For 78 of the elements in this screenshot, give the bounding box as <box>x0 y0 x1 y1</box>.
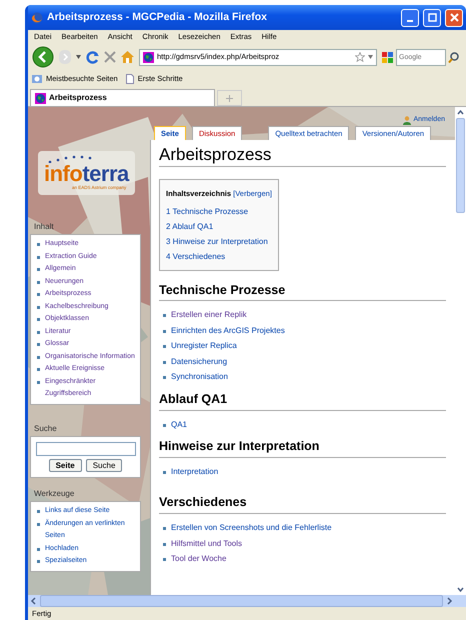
bullet-icon <box>37 343 40 346</box>
bullet-icon <box>163 424 166 427</box>
sidebar-heading: Werkzeuge <box>33 488 76 500</box>
logo-text: terra <box>82 162 129 185</box>
bullet-icon <box>37 330 40 334</box>
bullet-icon <box>37 522 40 526</box>
stop-icon[interactable] <box>104 51 116 63</box>
close-button[interactable] <box>445 8 463 26</box>
minimize-icon <box>407 20 413 22</box>
toc-link[interactable]: 4 Verschiedenes <box>166 248 272 264</box>
minimize-button[interactable] <box>401 8 419 26</box>
search-field[interactable] <box>36 442 136 456</box>
bullet-icon <box>37 510 40 514</box>
close-icon <box>450 13 458 22</box>
bullet-icon <box>163 527 166 530</box>
scrollbar-thumb[interactable] <box>40 595 443 607</box>
browser-tab[interactable]: Arbeitsprozess <box>30 89 215 106</box>
bullet-icon <box>37 280 40 284</box>
toc-link[interactable]: 3 Hinweise zur Interpretation <box>166 234 272 249</box>
bullet-icon <box>163 360 166 364</box>
section-heading: Verschiedenes <box>159 493 446 514</box>
dropdown-icon[interactable] <box>76 55 81 59</box>
window-title: Arbeitsprozess - MGCPedia - Mozilla Firefox <box>47 10 268 25</box>
nav-link[interactable]: Hilfsmittel und Tools <box>171 536 242 552</box>
bullet-icon <box>37 256 40 258</box>
bullet-icon <box>37 380 40 384</box>
sidebar-heading: Inhalt <box>33 221 55 233</box>
nav-link[interactable]: QA1 <box>171 416 188 432</box>
maximize-button[interactable] <box>423 8 441 26</box>
bullet-icon <box>37 243 40 246</box>
nav-link[interactable]: Datensicherung <box>171 354 228 370</box>
bullet-icon <box>37 548 40 551</box>
scrollbar-thumb[interactable] <box>456 118 465 213</box>
bullet-icon <box>163 558 166 562</box>
bullet-icon <box>37 356 40 358</box>
section-heading: Technische Prozesse <box>159 280 446 302</box>
firefox-icon <box>31 12 43 24</box>
bullet-icon <box>37 318 40 321</box>
nav-link[interactable]: Synchronisation <box>171 369 228 385</box>
bullet-icon <box>163 330 166 333</box>
bullet-icon <box>37 268 40 271</box>
search-icon[interactable] <box>448 52 459 62</box>
section-heading: Ablauf QA1 <box>159 390 446 411</box>
page-icon <box>126 74 134 84</box>
reload-icon[interactable] <box>86 50 99 64</box>
nav-link[interactable]: Erstellen einer Replik <box>171 307 247 323</box>
bookmark-folder-icon <box>32 74 42 84</box>
bullet-icon <box>37 293 40 296</box>
back-button[interactable] <box>32 46 54 68</box>
bullet-icon <box>163 314 166 318</box>
logo-text: info <box>44 162 82 185</box>
bullet-icon <box>37 368 40 371</box>
section-heading: Hinweise zur Interpretation <box>159 437 446 458</box>
nav-link[interactable]: Erstellen von Screenshots und die Fehlerliste <box>171 520 332 536</box>
bullet-icon <box>37 560 40 564</box>
page-title: Arbeitsprozess <box>159 142 446 168</box>
dropdown-icon[interactable] <box>368 55 373 59</box>
user-icon <box>403 116 412 124</box>
bullet-icon <box>37 306 40 308</box>
toc-link[interactable]: 2 Ablauf QA1 <box>166 218 272 234</box>
nav-link[interactable]: Unregister Replica <box>171 338 237 354</box>
globe-icon <box>35 92 46 104</box>
nav-link[interactable]: Interpretation <box>171 464 218 480</box>
sidebar-heading: Suche <box>33 422 58 434</box>
bullet-icon <box>163 470 166 474</box>
maximize-icon <box>428 13 436 22</box>
search-button[interactable]: Suche <box>86 458 122 472</box>
search-engine-icon[interactable] <box>382 52 394 62</box>
home-icon[interactable] <box>121 51 134 63</box>
bullet-icon <box>163 345 166 348</box>
nav-link[interactable]: Einrichten des ArcGIS Projektes <box>171 322 285 338</box>
globe-icon <box>143 52 154 62</box>
bullet-icon <box>163 376 166 380</box>
search-button[interactable]: Seite <box>48 458 82 472</box>
bullet-icon <box>163 542 166 546</box>
toc-link[interactable]: 1 Technische Prozesse <box>166 204 272 219</box>
nav-link[interactable]: Tool der Woche <box>171 551 226 567</box>
star-icon[interactable] <box>355 52 365 62</box>
